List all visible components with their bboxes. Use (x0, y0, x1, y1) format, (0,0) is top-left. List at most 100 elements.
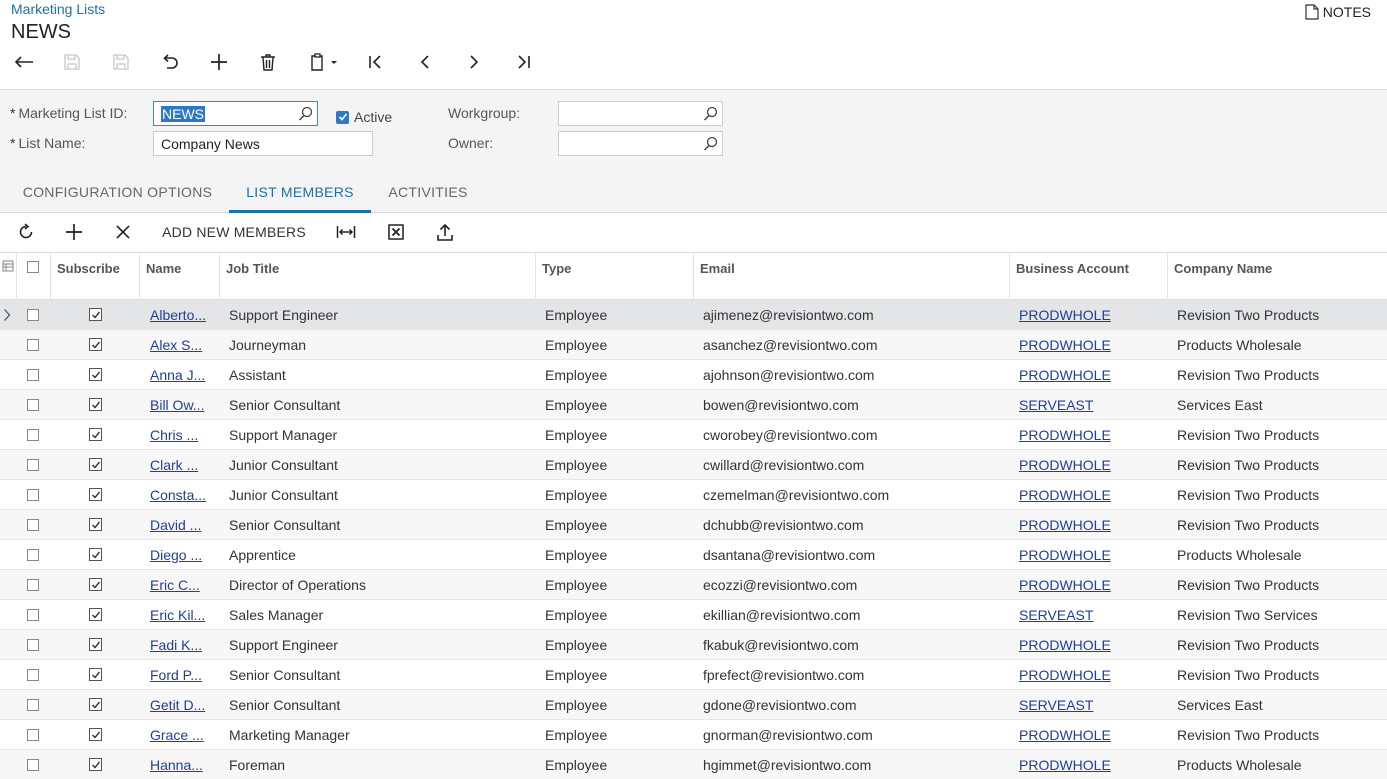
member-name-link[interactable]: Alex S... (150, 330, 214, 360)
business-account-link[interactable]: PRODWHOLE (1019, 750, 1159, 779)
member-name-link[interactable]: David ... (150, 510, 214, 540)
delete-button[interactable] (254, 48, 282, 76)
business-account-link[interactable]: PRODWHOLE (1019, 630, 1159, 660)
member-name-link[interactable]: Eric C... (150, 570, 214, 600)
row-select-checkbox[interactable] (27, 579, 39, 591)
table-row[interactable]: Eric C... Director of Operations Employee e… (0, 570, 1387, 600)
business-account-link[interactable]: PRODWHOLE (1019, 540, 1159, 570)
subscribe-checkbox[interactable] (89, 728, 102, 741)
business-account-link[interactable]: PRODWHOLE (1019, 420, 1159, 450)
col-email[interactable]: Email (694, 254, 1010, 300)
member-name-link[interactable]: Anna J... (150, 360, 214, 390)
add-new-members-button[interactable]: ADD NEW MEMBERS (158, 213, 310, 251)
row-select-checkbox[interactable] (27, 669, 39, 681)
subscribe-checkbox[interactable] (89, 668, 102, 681)
member-name-link[interactable]: Consta... (150, 480, 214, 510)
subscribe-checkbox[interactable] (89, 578, 102, 591)
subscribe-checkbox[interactable] (89, 548, 102, 561)
subscribe-checkbox[interactable] (89, 608, 102, 621)
marketing-list-id-field[interactable]: NEWS (153, 101, 318, 126)
row-select-checkbox[interactable] (27, 729, 39, 741)
business-account-link[interactable]: PRODWHOLE (1019, 300, 1159, 330)
col-business-account[interactable]: Business Account (1010, 254, 1168, 300)
table-row[interactable]: Consta... Junior Consultant Employee czemel… (0, 480, 1387, 510)
subscribe-checkbox[interactable] (89, 488, 102, 501)
subscribe-checkbox[interactable] (89, 308, 102, 321)
business-account-link[interactable]: PRODWHOLE (1019, 570, 1159, 600)
member-name-link[interactable]: Diego ... (150, 540, 214, 570)
col-name[interactable]: Name (140, 254, 220, 300)
row-select-checkbox[interactable] (27, 429, 39, 441)
subscribe-checkbox[interactable] (89, 698, 102, 711)
business-account-link[interactable]: PRODWHOLE (1019, 330, 1159, 360)
table-row[interactable]: Alberto... Support Engineer Employee ajimen… (0, 300, 1387, 330)
business-account-link[interactable]: PRODWHOLE (1019, 450, 1159, 480)
row-select-checkbox[interactable] (27, 369, 39, 381)
business-account-link[interactable]: SERVEAST (1019, 690, 1159, 720)
search-icon[interactable] (703, 106, 718, 121)
business-account-link[interactable]: PRODWHOLE (1019, 660, 1159, 690)
delete-row-button[interactable] (109, 213, 137, 251)
business-account-link[interactable]: SERVEAST (1019, 390, 1159, 420)
subscribe-checkbox[interactable] (89, 458, 102, 471)
refresh-button[interactable] (12, 213, 40, 251)
subscribe-checkbox[interactable] (89, 758, 102, 771)
row-select-checkbox[interactable] (27, 759, 39, 771)
table-row[interactable]: Eric Kil... Sales Manager Employee ekillian… (0, 600, 1387, 630)
business-account-link[interactable]: SERVEAST (1019, 600, 1159, 630)
back-button[interactable] (10, 48, 38, 76)
table-row[interactable]: Grace ... Marketing Manager Employee gnorma… (0, 720, 1387, 750)
member-name-link[interactable]: Ford P... (150, 660, 214, 690)
table-row[interactable]: Anna J... Assistant Employee ajohnson@revis… (0, 360, 1387, 390)
export-excel-button[interactable] (382, 213, 410, 251)
subscribe-checkbox[interactable] (89, 398, 102, 411)
col-subscribe[interactable]: Subscribe (51, 254, 140, 300)
member-name-link[interactable]: Getit D... (150, 690, 214, 720)
breadcrumb[interactable]: Marketing Lists (11, 1, 105, 17)
col-type[interactable]: Type (536, 254, 694, 300)
row-select-checkbox[interactable] (27, 519, 39, 531)
save-close-button[interactable] (58, 48, 86, 76)
notes-button[interactable]: NOTES (1305, 4, 1371, 20)
search-icon[interactable] (298, 106, 313, 121)
next-record-button[interactable] (460, 48, 488, 76)
business-account-link[interactable]: PRODWHOLE (1019, 480, 1159, 510)
upload-button[interactable] (431, 213, 459, 251)
member-name-link[interactable]: Clark ... (150, 450, 214, 480)
save-button[interactable] (107, 48, 135, 76)
select-all-checkbox[interactable] (17, 254, 51, 300)
tab-list-members[interactable]: LIST MEMBERS (229, 173, 371, 213)
add-button[interactable] (205, 48, 233, 76)
table-row[interactable]: Diego ... Apprentice Employee dsantana@revi… (0, 540, 1387, 570)
last-record-button[interactable] (509, 48, 537, 76)
undo-button[interactable] (156, 48, 184, 76)
tab-configuration-options[interactable]: CONFIGURATION OPTIONS (18, 173, 217, 213)
table-row[interactable]: Bill Ow... Senior Consultant Employee bowen… (0, 390, 1387, 420)
workgroup-field[interactable] (558, 101, 723, 126)
list-name-field[interactable]: Company News (153, 131, 373, 156)
row-select-checkbox[interactable] (27, 549, 39, 561)
member-name-link[interactable]: Eric Kil... (150, 600, 214, 630)
member-name-link[interactable]: Hanna... (150, 750, 214, 779)
search-icon[interactable] (703, 136, 718, 151)
subscribe-checkbox[interactable] (89, 518, 102, 531)
table-row[interactable]: Ford P... Senior Consultant Employee fprefe… (0, 660, 1387, 690)
table-row[interactable]: Hanna... Foreman Employee hgimmet@revisiont… (0, 750, 1387, 779)
member-name-link[interactable]: Alberto... (150, 300, 214, 330)
active-checkbox[interactable]: Active (336, 109, 392, 125)
subscribe-checkbox[interactable] (89, 638, 102, 651)
fit-columns-button[interactable] (332, 213, 360, 251)
member-name-link[interactable]: Chris ... (150, 420, 214, 450)
member-name-link[interactable]: Fadi K... (150, 630, 214, 660)
table-row[interactable]: Clark ... Junior Consultant Employee cwilla… (0, 450, 1387, 480)
subscribe-checkbox[interactable] (89, 368, 102, 381)
table-row[interactable]: Chris ... Support Manager Employee cworobey… (0, 420, 1387, 450)
row-select-checkbox[interactable] (27, 399, 39, 411)
add-row-button[interactable] (60, 213, 88, 251)
row-select-checkbox[interactable] (27, 459, 39, 471)
prev-record-button[interactable] (411, 48, 439, 76)
table-row[interactable]: Alex S... Journeyman Employee asanchez@revi… (0, 330, 1387, 360)
owner-field[interactable] (558, 131, 723, 156)
row-select-checkbox[interactable] (27, 699, 39, 711)
col-company-name[interactable]: Company Name (1168, 254, 1387, 300)
